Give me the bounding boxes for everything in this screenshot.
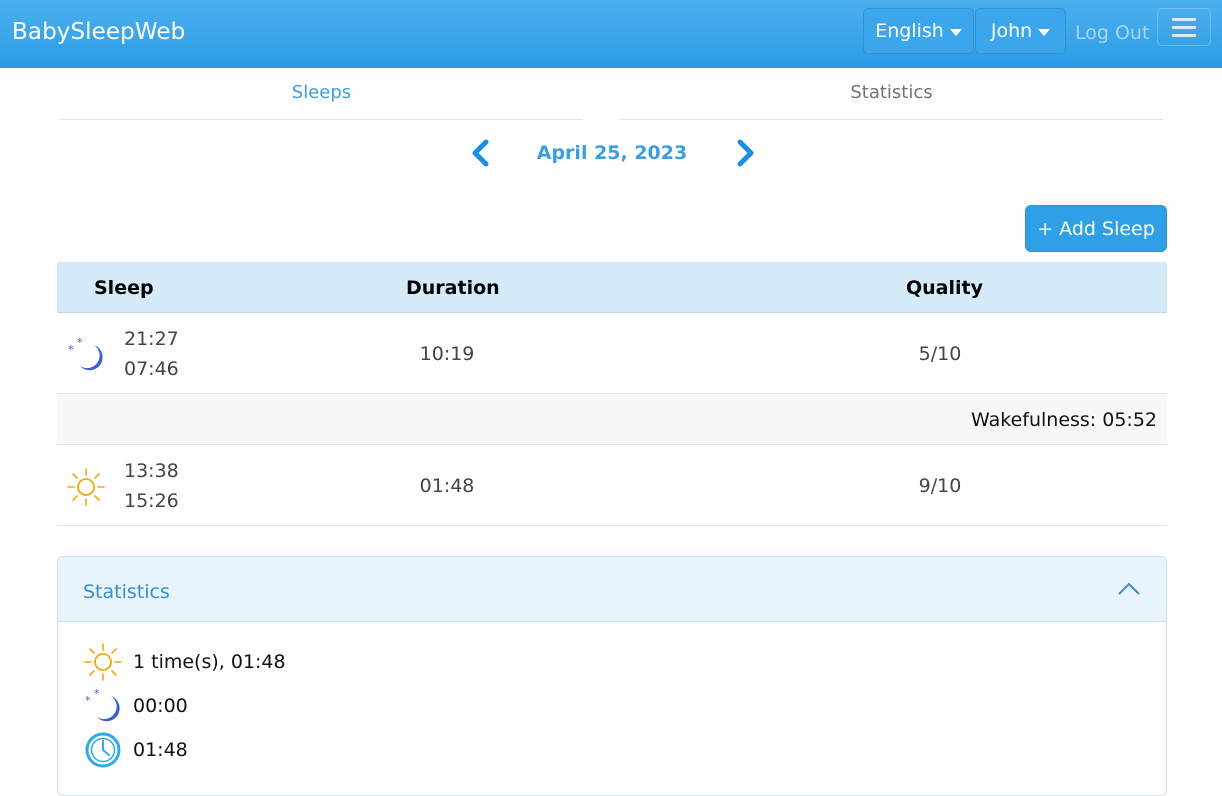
- stat-night-sleep-text: 00:00: [133, 695, 188, 717]
- chevron-left-icon[interactable]: [466, 138, 496, 168]
- sleep-start-time: 21:27: [124, 328, 179, 350]
- moon-icon: * *: [85, 687, 120, 722]
- clock-icon: [85, 732, 121, 768]
- sleep-duration: 10:19: [419, 343, 475, 365]
- hamburger-icon-bar: [1172, 25, 1196, 29]
- caret-down-icon: [1038, 28, 1051, 36]
- table-row[interactable]: * * 21:27 07:46 10:19 5/10: [57, 313, 1167, 394]
- wakefulness-text: Wakefulness: 05:52: [971, 409, 1157, 431]
- svg-text:*: *: [94, 687, 100, 700]
- sleep-start-time: 13:38: [124, 460, 179, 482]
- add-sleep-button[interactable]: + Add Sleep: [1025, 205, 1167, 252]
- statistics-card-title: Statistics: [83, 581, 170, 603]
- stat-total-sleep-text: 01:48: [133, 739, 188, 761]
- app-brand[interactable]: BabySleepWeb: [12, 19, 185, 45]
- user-dropdown[interactable]: John: [975, 8, 1066, 54]
- tab-sleeps[interactable]: Sleeps: [60, 82, 583, 120]
- sleep-quality: 5/10: [918, 343, 962, 365]
- hamburger-icon: [1172, 17, 1196, 21]
- current-date[interactable]: April 25, 2023: [512, 142, 712, 164]
- menu-toggle-button[interactable]: [1157, 8, 1211, 46]
- sleep-end-time: 07:46: [124, 358, 179, 380]
- sleep-table-header: Sleep Duration Quality: [57, 262, 1167, 313]
- tab-statistics[interactable]: Statistics: [620, 82, 1163, 120]
- stat-night-sleep: * * 00:00: [83, 686, 483, 726]
- stat-day-sleep: 1 time(s), 01:48: [83, 642, 483, 682]
- language-label: English: [875, 20, 944, 42]
- chevron-right-icon[interactable]: [730, 138, 760, 168]
- sleep-quality: 9/10: [918, 475, 962, 497]
- chevron-up-icon[interactable]: [1117, 579, 1141, 599]
- logout-link[interactable]: Log Out: [1075, 22, 1149, 44]
- svg-text:*: *: [77, 336, 83, 349]
- top-navbar: BabySleepWeb English John Log Out: [0, 0, 1222, 68]
- stat-total-sleep: 01:48: [83, 730, 483, 770]
- header-sleep: Sleep: [94, 277, 154, 299]
- table-row[interactable]: 13:38 15:26 01:48 9/10: [57, 445, 1167, 526]
- svg-text:*: *: [68, 343, 74, 356]
- sleep-end-time: 15:26: [124, 490, 179, 512]
- stat-day-sleep-text: 1 time(s), 01:48: [133, 651, 286, 673]
- moon-icon: * *: [68, 336, 103, 371]
- svg-text:*: *: [85, 694, 91, 707]
- user-label: John: [990, 20, 1033, 42]
- statistics-card-header[interactable]: Statistics: [58, 557, 1166, 622]
- sleep-duration: 01:48: [419, 475, 475, 497]
- statistics-card: Statistics 1 time(s), 01:48 * * 00:00 01…: [57, 556, 1167, 796]
- hamburger-icon-bar: [1172, 33, 1196, 37]
- sun-icon: [84, 643, 122, 681]
- header-duration: Duration: [406, 277, 500, 299]
- sun-icon: [67, 468, 105, 506]
- header-quality: Quality: [906, 277, 983, 299]
- wakefulness-row: Wakefulness: 05:52: [57, 394, 1167, 445]
- language-dropdown[interactable]: English: [863, 8, 974, 54]
- caret-down-icon: [949, 28, 962, 36]
